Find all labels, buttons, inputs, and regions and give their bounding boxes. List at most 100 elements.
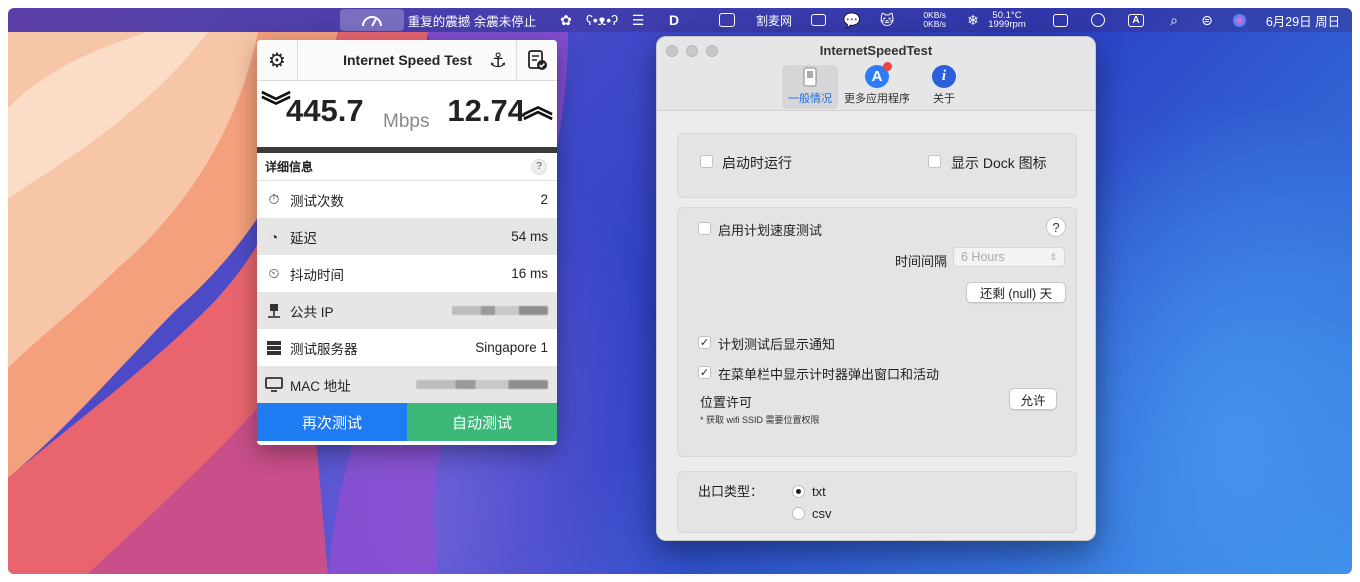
photo-icon[interactable] [1050, 8, 1070, 32]
upload-speed: 12.74 [447, 93, 525, 128]
monitor-icon[interactable] [808, 8, 828, 32]
enable-schedule-label: 启用计划速度测试 [718, 223, 823, 238]
popup-header: ⚙ Internet Speed Test ⚓ [257, 40, 557, 81]
stepper-arrows-icon: ⇕ [1049, 251, 1057, 262]
app-label[interactable]: 割麦网 [752, 8, 796, 32]
tab-about[interactable]: i 关于 [923, 65, 965, 109]
net-down: 0KB/s [923, 19, 946, 29]
upload-chevron-icon: ︽ [523, 91, 553, 124]
export-type-label: 出口类型： [698, 484, 764, 499]
show-dock-icon-checkbox[interactable] [928, 155, 941, 168]
download-speed: 445.7 [286, 93, 364, 128]
row-value: Singapore 1 [475, 340, 548, 355]
speedometer-icon[interactable] [340, 9, 404, 31]
tab-general[interactable]: 一般情况 [782, 65, 838, 109]
action-bar: 再次测试 自动测试 [257, 403, 557, 441]
server-icon [265, 339, 283, 357]
preferences-window: InternetSpeedTest 一般情况 A 更多应用程序 i 关于 启动时… [656, 36, 1096, 541]
row-label: 测试次数 [290, 193, 344, 209]
row-jitter: ⏲ 抖动时间 16 ms [257, 255, 557, 292]
launch-at-login-checkbox[interactable] [700, 155, 713, 168]
redacted-mac [416, 380, 548, 389]
menu-bar: 重复的震撼 余震未停止 ✿ ʕ•ᴥ•ʔ ☰ D 割麦网 💬 🐱 0KB/s 0K… [8, 8, 1352, 32]
speed-unit: Mbps [383, 111, 430, 132]
export-csv-label: csv [812, 506, 832, 521]
export-txt-label: txt [812, 484, 826, 499]
search-icon[interactable]: ⌕ [1166, 8, 1182, 32]
retest-button[interactable]: 再次测试 [257, 403, 407, 441]
details-label: 详细信息 [265, 160, 314, 174]
display-icon[interactable] [716, 8, 738, 32]
startup-group: 启动时运行 显示 Dock 图标 [677, 133, 1077, 198]
row-latency: ◔ 延迟 54 ms [257, 218, 557, 255]
tab-label: 更多应用程序 [844, 93, 910, 105]
redacted-ip [452, 306, 548, 315]
siri-icon[interactable] [1230, 8, 1248, 32]
row-mac-address: MAC 地址 [257, 366, 557, 403]
interval-value: 6 Hours [961, 250, 1005, 264]
notify-after-test-checkbox[interactable]: ✓ [698, 336, 711, 349]
row-test-count: ⏱ 测试次数 2 [257, 181, 557, 218]
title-bar: InternetSpeedTest 一般情况 A 更多应用程序 i 关于 [657, 37, 1095, 111]
speed-test-popup: ⚙ Internet Speed Test ⚓ ︾ 445.7 Mbps 12.… [257, 40, 557, 445]
auto-test-button[interactable]: 自动测试 [407, 403, 557, 441]
cat-icon[interactable]: 🐱 [877, 8, 897, 32]
show-timer-popup-checkbox[interactable]: ✓ [698, 366, 711, 379]
row-value: 54 ms [511, 229, 548, 244]
tab-more-apps[interactable]: A 更多应用程序 [842, 62, 912, 109]
control-center-icon[interactable]: ⊜ [1193, 8, 1221, 32]
notify-after-test-label: 计划测试后显示通知 [718, 337, 836, 352]
fan-rpm: 1999rpm [988, 19, 1026, 30]
show-timer-popup-label: 在菜单栏中显示计时器弹出窗口和活动 [718, 367, 940, 382]
help-button[interactable]: ? [1046, 217, 1066, 237]
input-method-icon[interactable]: A [1125, 8, 1147, 32]
info-icon: i [932, 65, 956, 88]
stopwatch-icon: ⏱ [268, 191, 280, 207]
enable-schedule-checkbox[interactable] [698, 222, 711, 235]
export-csv-radio[interactable] [792, 507, 805, 520]
switch-icon[interactable] [1088, 8, 1108, 32]
wechat-icon[interactable]: 💬 [841, 8, 863, 32]
settings-gear-icon[interactable]: ⚙ [257, 40, 297, 81]
row-label: MAC 地址 [290, 378, 351, 394]
anchor-icon[interactable]: ⚓ [480, 40, 516, 81]
export-txt-radio[interactable] [792, 485, 805, 498]
remaining-days-button[interactable]: 还剩 (null) 天 [966, 282, 1066, 303]
allow-button[interactable]: 允许 [1009, 388, 1057, 410]
row-label: 公共 IP [290, 304, 334, 320]
help-button[interactable]: ? [531, 158, 547, 175]
details-header: 详细信息 ? [257, 153, 557, 181]
fan-icon[interactable]: ❄ [964, 8, 982, 32]
bear-icon[interactable]: ʕ•ᴥ•ʔ [586, 8, 618, 32]
sensor-readout[interactable]: 50.1°C 1999rpm [984, 8, 1030, 32]
ip-network-icon [265, 302, 283, 320]
location-note: * 获取 wifi SSID 需要位置权限 [700, 415, 820, 425]
window-title: InternetSpeedTest [819, 43, 933, 58]
toggle-switch-icon [798, 65, 822, 88]
launch-at-login-label: 启动时运行 [722, 155, 792, 171]
export-group: 出口类型： txt csv [677, 471, 1077, 533]
d-app-icon[interactable]: D [664, 8, 684, 32]
network-speed[interactable]: 0KB/s 0KB/s [912, 8, 946, 32]
list-icon[interactable]: ☰ [628, 8, 648, 32]
app-store-icon: A [865, 62, 892, 88]
cloud-sync-icon[interactable]: ✿ [556, 8, 576, 32]
clock[interactable]: 6月29日 周日 [1258, 8, 1348, 32]
history-log-icon[interactable] [517, 40, 557, 81]
row-label: 测试服务器 [290, 341, 358, 357]
row-public-ip: 公共 IP [257, 292, 557, 329]
row-value: 16 ms [511, 266, 548, 281]
monitor-icon [265, 376, 283, 394]
row-test-server: 测试服务器 Singapore 1 [257, 329, 557, 366]
timer-icon: ⏲ [268, 265, 280, 281]
tab-label: 一般情况 [788, 93, 832, 105]
popup-title: Internet Speed Test [343, 52, 472, 68]
speed-results: ︾ 445.7 Mbps 12.74 ︽ [257, 81, 557, 153]
tab-label: 关于 [933, 93, 955, 105]
row-label: 延迟 [290, 230, 317, 246]
interval-label: 时间间隔 [895, 254, 948, 269]
interval-select[interactable]: 6 Hours ⇕ [953, 247, 1065, 267]
ticker-text[interactable]: 重复的震撼 余震未停止 [405, 8, 539, 32]
latency-gauge-icon: ◔ [269, 228, 279, 245]
schedule-group: 启用计划速度测试 ? 时间间隔 6 Hours ⇕ 还剩 (null) 天 ✓ … [677, 207, 1077, 457]
